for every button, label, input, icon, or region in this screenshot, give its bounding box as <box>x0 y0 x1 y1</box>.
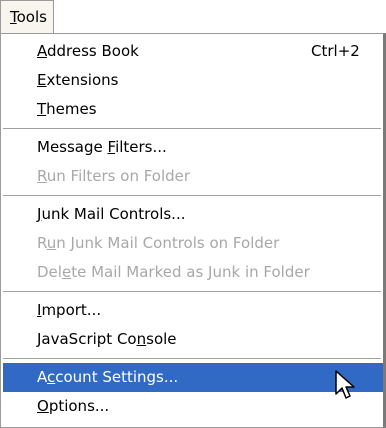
menu-item-themes[interactable]: Themes <box>1 95 383 124</box>
tools-menu-button[interactable]: Tools <box>0 0 54 33</box>
mnemonic-letter: R <box>37 167 47 185</box>
mnemonic-letter: O <box>37 397 49 415</box>
label-text: n Junk Mail Controls on Folder <box>56 234 280 252</box>
label-text: A <box>37 368 47 386</box>
label-text: un Filters on Folder <box>46 167 191 185</box>
mnemonic-letter: F <box>107 138 116 156</box>
arrow-cursor-icon <box>335 370 355 399</box>
menu-item-address-book[interactable]: Address Book Ctrl+2 <box>1 37 383 66</box>
tools-dropdown-menu: Address Book Ctrl+2 Extensions Themes Me… <box>0 33 386 428</box>
label-text: te Mail Marked as Junk in Folder <box>71 263 310 281</box>
menu-separator <box>3 128 381 129</box>
label-text: xtensions <box>46 71 119 89</box>
label-text: Message <box>37 138 108 156</box>
shortcut-label: Ctrl+2 <box>311 42 360 60</box>
label-text: ptions... <box>48 397 110 415</box>
label-text: R <box>37 234 47 252</box>
mnemonic-letter: u <box>46 234 57 252</box>
mnemonic-letter: T <box>37 100 47 118</box>
menu-separator <box>3 358 381 359</box>
menu-item-options[interactable]: Options... <box>1 392 383 421</box>
menu-item-import[interactable]: Import... <box>1 296 383 325</box>
mnemonic-letter: n <box>136 330 147 348</box>
menu-item-run-junk-mail-controls-on-folder: Run Junk Mail Controls on Folder <box>1 229 383 258</box>
label-text: unk Mail Controls... <box>41 205 186 223</box>
label-text: hemes <box>46 100 97 118</box>
menu-item-delete-mail-marked-as-junk: Delete Mail Marked as Junk in Folder <box>1 258 383 287</box>
menu-item-run-filters-on-folder: Run Filters on Folder <box>1 162 383 191</box>
menu-item-extensions[interactable]: Extensions <box>1 66 383 95</box>
menu-separator <box>3 291 381 292</box>
mnemonic-letter: e <box>61 263 72 281</box>
menu-separator <box>3 195 381 196</box>
label-text: mport... <box>41 301 102 319</box>
label-text: JavaScript Co <box>37 330 137 348</box>
menu-item-junk-mail-controls[interactable]: Junk Mail Controls... <box>1 200 383 229</box>
label-text: count Settings... <box>55 368 179 386</box>
menu-label-text: ools <box>16 8 47 26</box>
menu-item-javascript-console[interactable]: JavaScript Console <box>1 325 383 354</box>
mnemonic-letter: A <box>37 42 47 60</box>
label-text: sole <box>146 330 177 348</box>
mnemonic-letter: c <box>47 368 56 386</box>
label-text: ilters... <box>115 138 167 156</box>
label-text: Del <box>37 263 62 281</box>
menu-item-message-filters[interactable]: Message Filters... <box>1 133 383 162</box>
menu-item-account-settings[interactable]: Account Settings... <box>3 363 383 392</box>
label-text: ddress Book <box>47 42 139 60</box>
mnemonic-letter: T <box>10 8 17 26</box>
